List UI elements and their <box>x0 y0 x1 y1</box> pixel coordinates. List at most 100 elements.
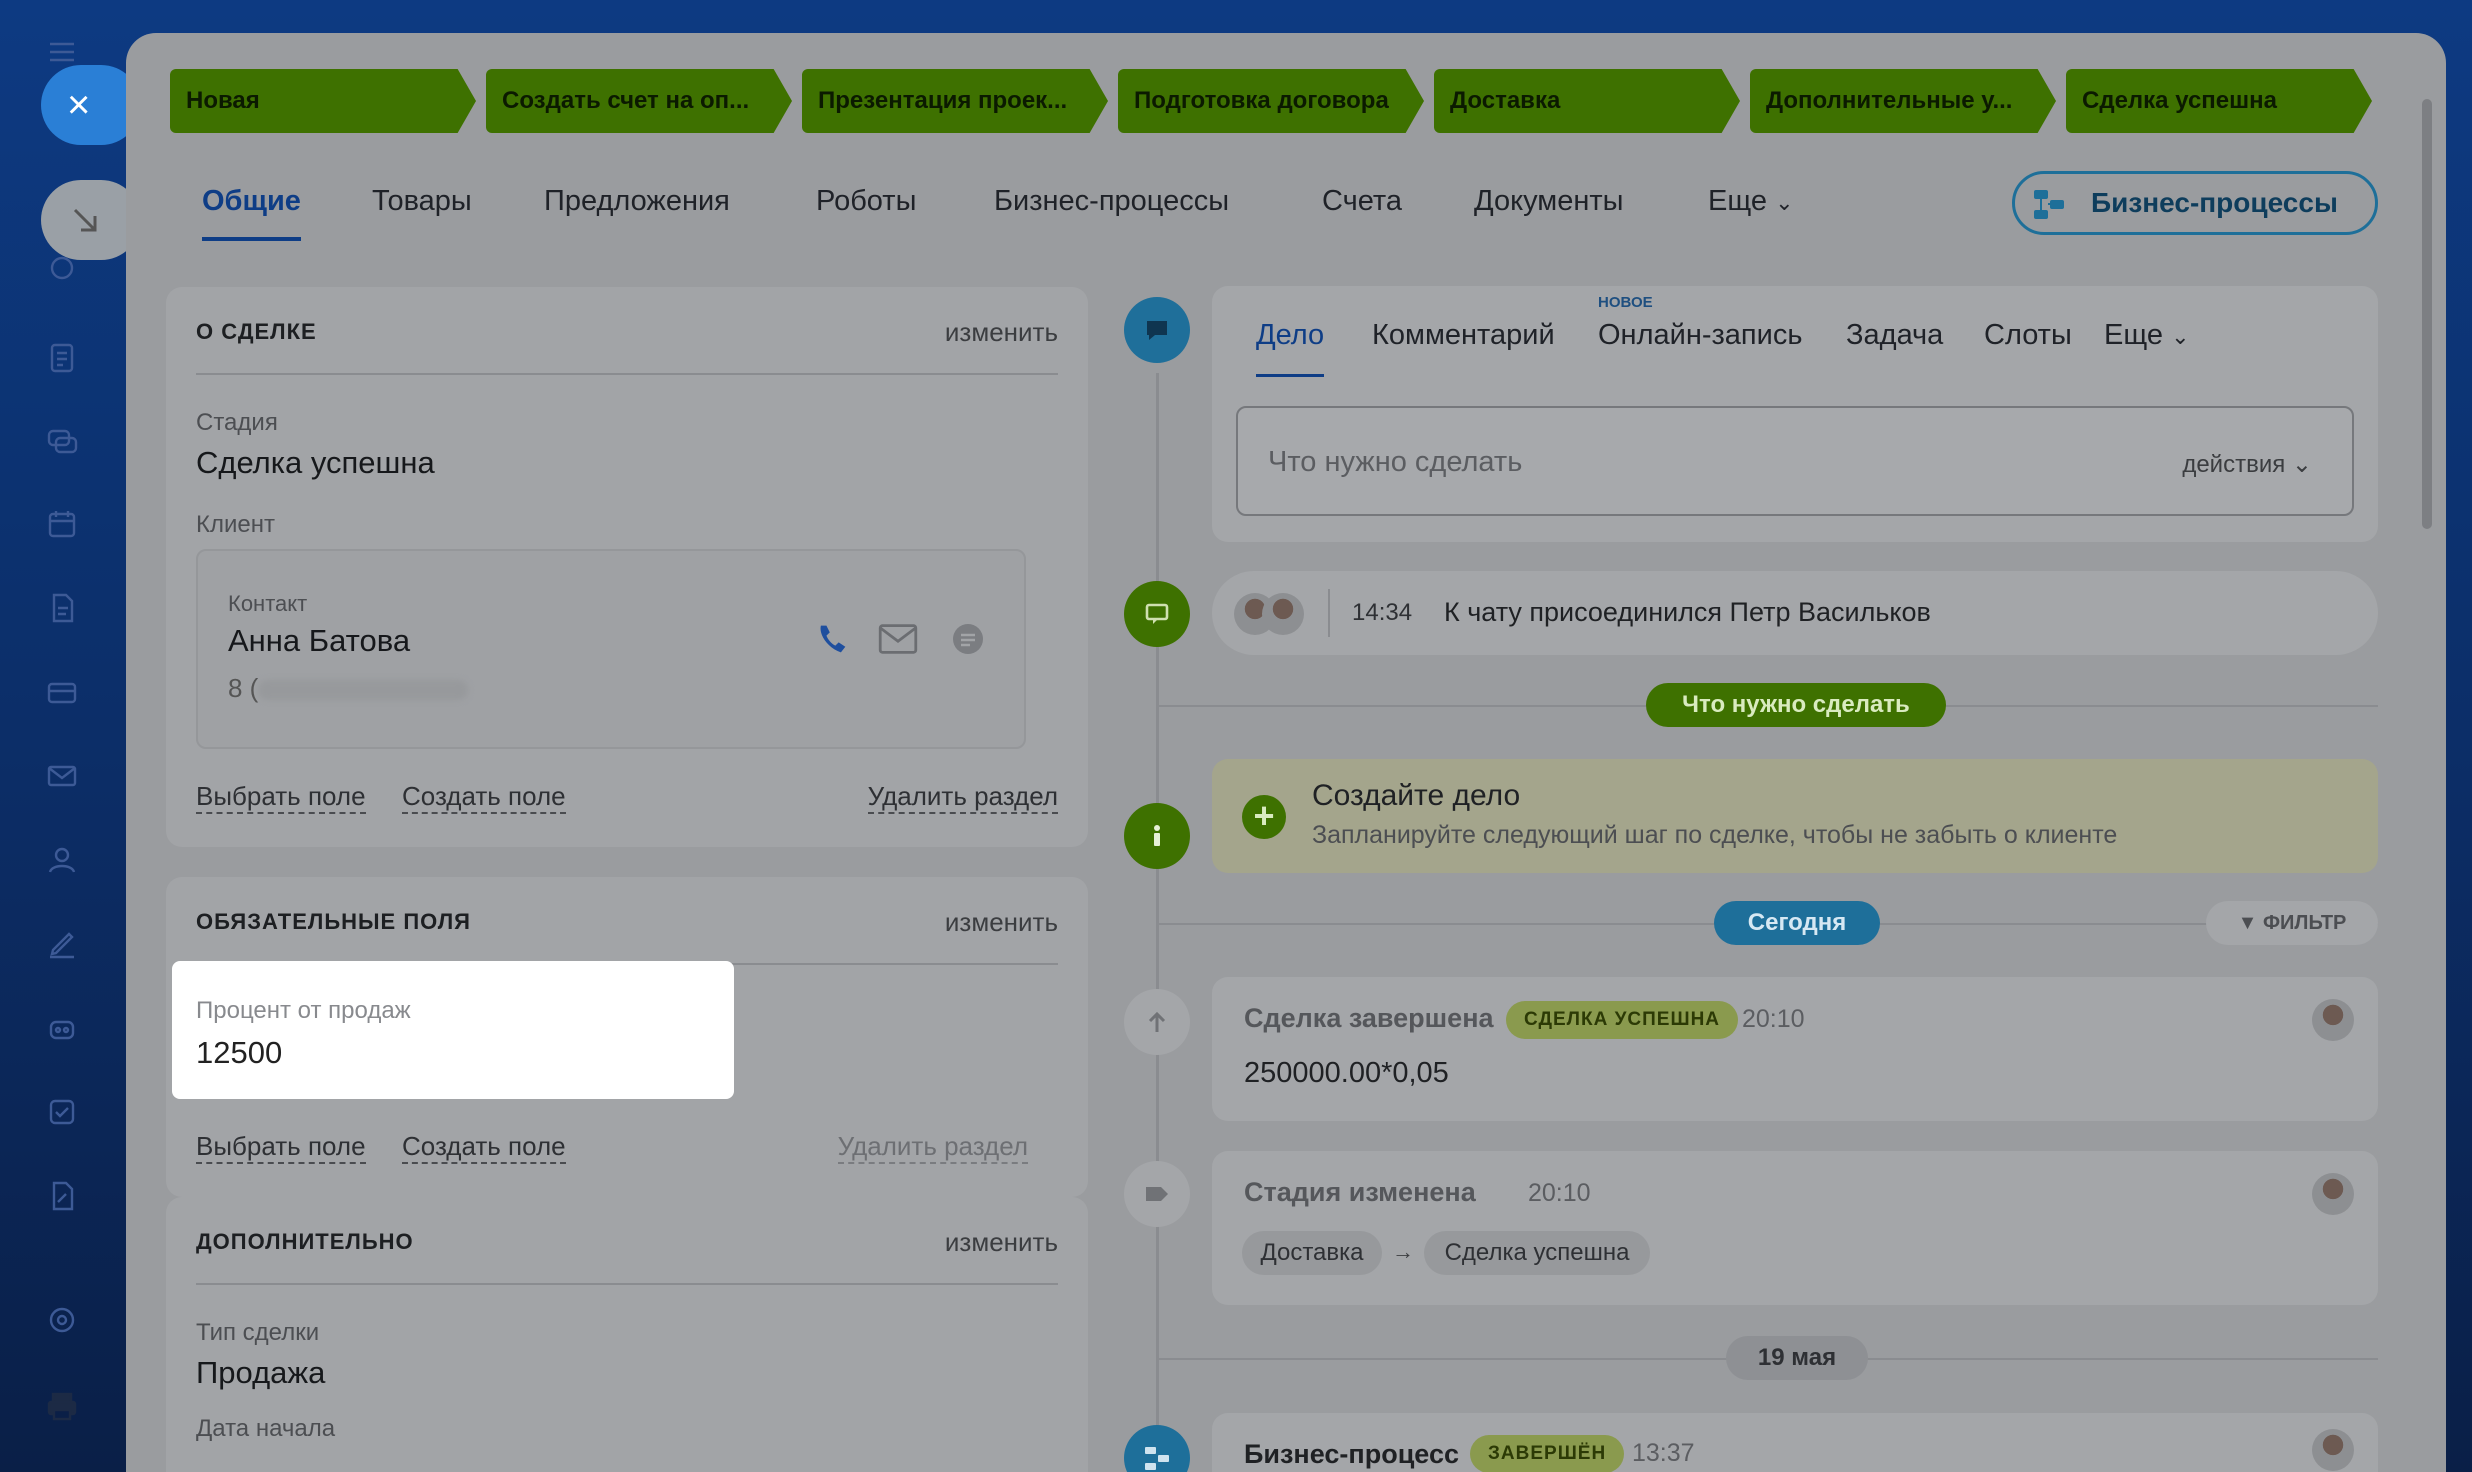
composer-tab-todo[interactable]: Задача <box>1846 319 1943 352</box>
tab-products[interactable]: Товары <box>372 185 472 218</box>
sales-percent-field[interactable]: Процент от продаж 12500 <box>172 961 734 1099</box>
tag-icon <box>1146 1187 1168 1201</box>
tab-offers[interactable]: Предложения <box>544 185 730 218</box>
edit-link[interactable]: изменить <box>945 317 1058 348</box>
delete-section-link[interactable]: Удалить раздел <box>867 781 1058 814</box>
avatar <box>2312 999 2354 1041</box>
composer-tab-online-booking[interactable]: Онлайн-запись <box>1598 319 1802 352</box>
composer-tab-task[interactable]: Дело <box>1256 319 1325 377</box>
close-icon: × <box>67 83 91 127</box>
pen-icon[interactable] <box>42 926 82 966</box>
stage-item[interactable]: Новая <box>170 69 476 133</box>
separator <box>1328 589 1330 637</box>
composer-tab-slots[interactable]: Слоты <box>1984 319 2072 352</box>
divider <box>196 373 1058 375</box>
deal-closed-title: Сделка завершена <box>1244 1003 1494 1033</box>
avatar <box>1262 593 1304 635</box>
robot-icon[interactable] <box>42 1010 82 1050</box>
info-dot <box>1124 803 1190 869</box>
bp-event-time: 13:37 <box>1632 1439 1695 1467</box>
tab-robots[interactable]: Роботы <box>816 185 916 218</box>
create-task-subtitle: Запланируйте следующий шаг по сделке, чт… <box>1312 821 2118 849</box>
chevron-down-icon: ⌄ <box>2171 324 2190 349</box>
card-icon[interactable] <box>42 674 82 714</box>
sync-icon[interactable] <box>42 250 82 290</box>
select-field-link[interactable]: Выбрать поле <box>196 1131 366 1164</box>
delete-section-link[interactable]: Удалить раздел <box>837 1131 1028 1164</box>
stage-item[interactable]: Дополнительные у... <box>1750 69 2056 133</box>
stage-changed-title: Стадия изменена <box>1244 1177 1476 1207</box>
actions-label: действия <box>2182 451 2286 478</box>
select-field-link[interactable]: Выбрать поле <box>196 781 366 814</box>
avatar <box>2312 1429 2354 1471</box>
message-icon[interactable] <box>950 621 986 662</box>
edit-link[interactable]: изменить <box>945 907 1058 938</box>
email-icon[interactable] <box>878 623 918 660</box>
tab-business-processes[interactable]: Бизнес-процессы <box>994 185 1229 218</box>
stage-item[interactable]: Создать счет на оп... <box>486 69 792 133</box>
edit-link[interactable]: изменить <box>945 1227 1058 1258</box>
chat-event-row: 14:34 К чату присоединился Петр Василько… <box>1212 571 2378 655</box>
contact-box: Контакт Анна Батова 8 ( <box>196 549 1026 749</box>
chat-icon[interactable] <box>42 424 82 464</box>
settings-icon[interactable] <box>42 1302 82 1342</box>
deal-closed-card: Сделка завершена СДЕЛКА УСПЕШНА 20:10 25… <box>1212 977 2378 1121</box>
composer-tab-more[interactable]: Еще ⌄ <box>2104 319 2190 352</box>
card-title: ОБЯЗАТЕЛЬНЫЕ ПОЛЯ <box>196 909 471 934</box>
chat-bubble-icon <box>1145 603 1169 624</box>
bp-event-dot <box>1124 1425 1190 1472</box>
composer-tab-comment[interactable]: Комментарий <box>1372 319 1555 352</box>
checkbox-icon[interactable] <box>42 1094 82 1134</box>
stage-changed-dot <box>1124 1161 1190 1227</box>
stage-arrow: → <box>1392 1239 1414 1264</box>
contacts-icon[interactable] <box>42 842 82 882</box>
stage-changed-card: Стадия изменена 20:10 Доставка → Сделка … <box>1212 1151 2378 1305</box>
bp-event-title: Бизнес-процесс <box>1244 1439 1459 1469</box>
calendar-icon[interactable] <box>42 506 82 546</box>
printer-icon[interactable] <box>42 1388 82 1428</box>
scrollbar[interactable] <box>2422 99 2432 529</box>
contact-phone[interactable]: 8 ( <box>228 673 469 704</box>
business-processes-button[interactable]: Бизнес-процессы <box>2012 171 2378 235</box>
tab-invoices[interactable]: Счета <box>1322 185 1402 218</box>
mail-icon[interactable] <box>42 758 82 798</box>
create-task-card[interactable]: + Создайте дело Запланируйте следующий ш… <box>1212 759 2378 873</box>
chevron-down-icon: ⌄ <box>2291 451 2312 478</box>
actions-dropdown[interactable]: действия ⌄ <box>2182 450 2312 479</box>
phone-icon[interactable] <box>812 619 852 664</box>
document-icon[interactable] <box>42 340 82 380</box>
stage-item[interactable]: Доставка <box>1434 69 1740 133</box>
bp-finished-badge: ЗАВЕРШЁН <box>1470 1435 1625 1472</box>
filter-button[interactable]: ▼ ФИЛЬТР <box>2206 901 2378 945</box>
minimize-arrow-icon <box>73 208 97 232</box>
create-field-link[interactable]: Создать поле <box>402 1131 566 1164</box>
tab-more[interactable]: Еще ⌄ <box>1708 185 1794 218</box>
plus-icon[interactable]: + <box>1242 795 1286 839</box>
contact-phone-prefix: 8 ( <box>228 673 259 703</box>
stage-item[interactable]: Подготовка договора <box>1118 69 1424 133</box>
sales-percent-value: 12500 <box>196 1035 283 1070</box>
sales-percent-label: Процент от продаж <box>196 997 411 1024</box>
create-field-link[interactable]: Создать поле <box>402 781 566 814</box>
deal-closed-dot <box>1124 989 1190 1055</box>
deal-closed-text: 250000.00*0,05 <box>1244 1057 1449 1089</box>
tab-general[interactable]: Общие <box>202 185 301 241</box>
stage-item[interactable]: Презентация проек... <box>802 69 1108 133</box>
task-input[interactable]: Что нужно сделать действия ⌄ <box>1236 406 2354 516</box>
business-processes-label: Бизнес-процессы <box>2091 187 2338 218</box>
stage-label: Стадия <box>196 409 278 436</box>
flowchart-icon <box>2034 190 2064 219</box>
card-title: О СДЕЛКЕ <box>196 319 317 344</box>
deal-type-value: Продажа <box>196 1355 326 1390</box>
deal-panel: Новая Создать счет на оп... Презентация … <box>126 33 2446 1472</box>
edit-document-icon[interactable] <box>42 1178 82 1218</box>
filter-label: ФИЛЬТР <box>2262 912 2347 934</box>
deal-closed-time: 20:10 <box>1742 1005 1805 1033</box>
tab-documents[interactable]: Документы <box>1474 185 1624 218</box>
stage-item[interactable]: Сделка успешна <box>2066 69 2372 133</box>
flowchart-icon <box>1145 1447 1169 1470</box>
file-icon[interactable] <box>42 590 82 630</box>
contact-name[interactable]: Анна Батова <box>228 623 410 659</box>
start-date-label: Дата начала <box>196 1415 336 1442</box>
client-label: Клиент <box>196 511 275 538</box>
